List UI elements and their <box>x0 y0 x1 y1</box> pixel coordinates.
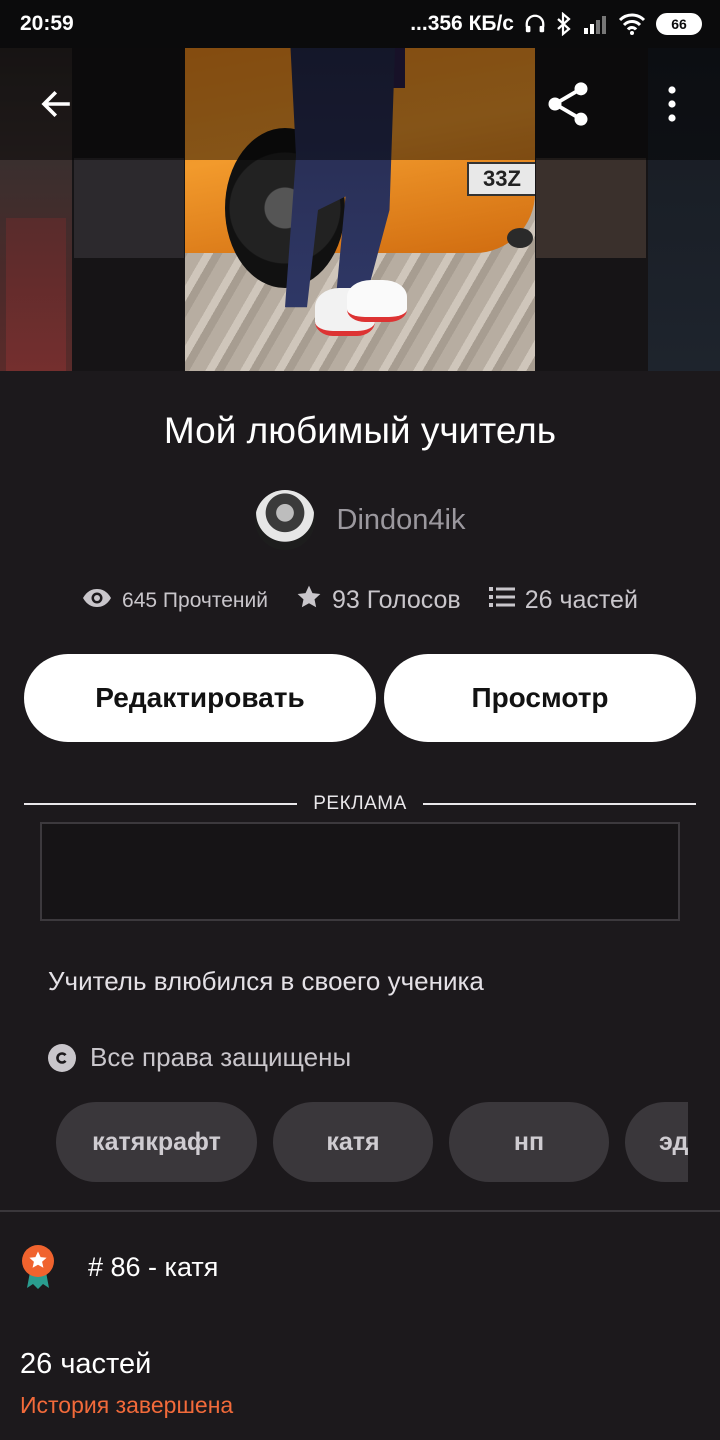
ad-label-row: РЕКЛАМА <box>24 792 696 816</box>
star-icon <box>296 584 322 617</box>
ranking-badge-icon <box>20 1244 56 1290</box>
list-icon <box>488 586 515 615</box>
bluetooth-icon <box>556 12 572 36</box>
tag-chip[interactable]: эд <box>625 1102 688 1182</box>
status-bar: 20:59 ...356 КБ/с 66 <box>0 0 720 48</box>
story-stats: 645 Прочтений 93 Голосов 26 частей <box>0 584 720 617</box>
parts-count-stat: 26 частей <box>524 586 638 614</box>
divider <box>422 803 696 805</box>
votes-count: 93 Голосов <box>331 586 461 614</box>
reads-count: 645 Прочтений <box>122 588 268 612</box>
parts-count[interactable]: 26 частей <box>20 1348 151 1381</box>
ad-label: РЕКЛАМА <box>313 793 407 814</box>
ranking-text: # 86 - катя <box>88 1251 219 1282</box>
story-title: Мой любимый учитель <box>163 410 557 451</box>
arrow-left-icon[interactable] <box>28 76 84 132</box>
parts-stat: 26 частей <box>488 586 638 615</box>
tag-chip[interactable]: катя <box>273 1102 433 1182</box>
cover-exhaust <box>507 228 533 248</box>
top-bar <box>0 48 720 160</box>
edit-button[interactable]: Редактировать <box>24 654 376 742</box>
tags-list: катякрафт катя нп эд <box>56 1102 688 1182</box>
preview-button[interactable]: Просмотр <box>384 654 696 742</box>
ranking-row[interactable]: # 86 - катя <box>20 1244 218 1290</box>
author-row[interactable]: Dindon4ik <box>0 490 720 550</box>
reads-stat: 645 Прочтений <box>82 588 268 614</box>
wifi-icon <box>618 13 646 35</box>
battery-icon: 66 <box>656 13 702 35</box>
tag-chip[interactable]: нп <box>449 1102 609 1182</box>
more-vertical-icon[interactable] <box>644 76 700 132</box>
cover-art-detail <box>6 218 66 371</box>
story-status: История завершена <box>20 1392 234 1418</box>
network-speed: ...356 КБ/с <box>410 12 514 35</box>
copyright-row: Все права защищены <box>48 1042 351 1073</box>
section-divider <box>0 1210 720 1212</box>
signal-icon <box>582 13 608 35</box>
divider <box>24 803 298 805</box>
cover-license-plate: 33Z <box>467 162 535 196</box>
share-icon[interactable] <box>540 76 596 132</box>
cover-shadow-right <box>536 158 646 258</box>
cover-shoe <box>347 280 407 322</box>
copyright-text: Все права защищены <box>90 1042 352 1072</box>
headphones-icon <box>524 13 546 35</box>
eye-icon <box>82 588 112 614</box>
votes-stat: 93 Голосов <box>296 584 461 617</box>
story-description: Учитель влюбился в своего ученика <box>48 966 484 996</box>
status-icons: ...356 КБ/с 66 <box>410 12 702 36</box>
ad-banner[interactable] <box>40 822 680 921</box>
tag-chip[interactable]: катякрафт <box>56 1102 257 1182</box>
status-time: 20:59 <box>20 12 74 35</box>
avatar[interactable] <box>254 490 315 550</box>
copyright-icon <box>48 1043 76 1072</box>
author-name[interactable]: Dindon4ik <box>337 504 466 537</box>
cover-shadow-left <box>74 158 184 258</box>
